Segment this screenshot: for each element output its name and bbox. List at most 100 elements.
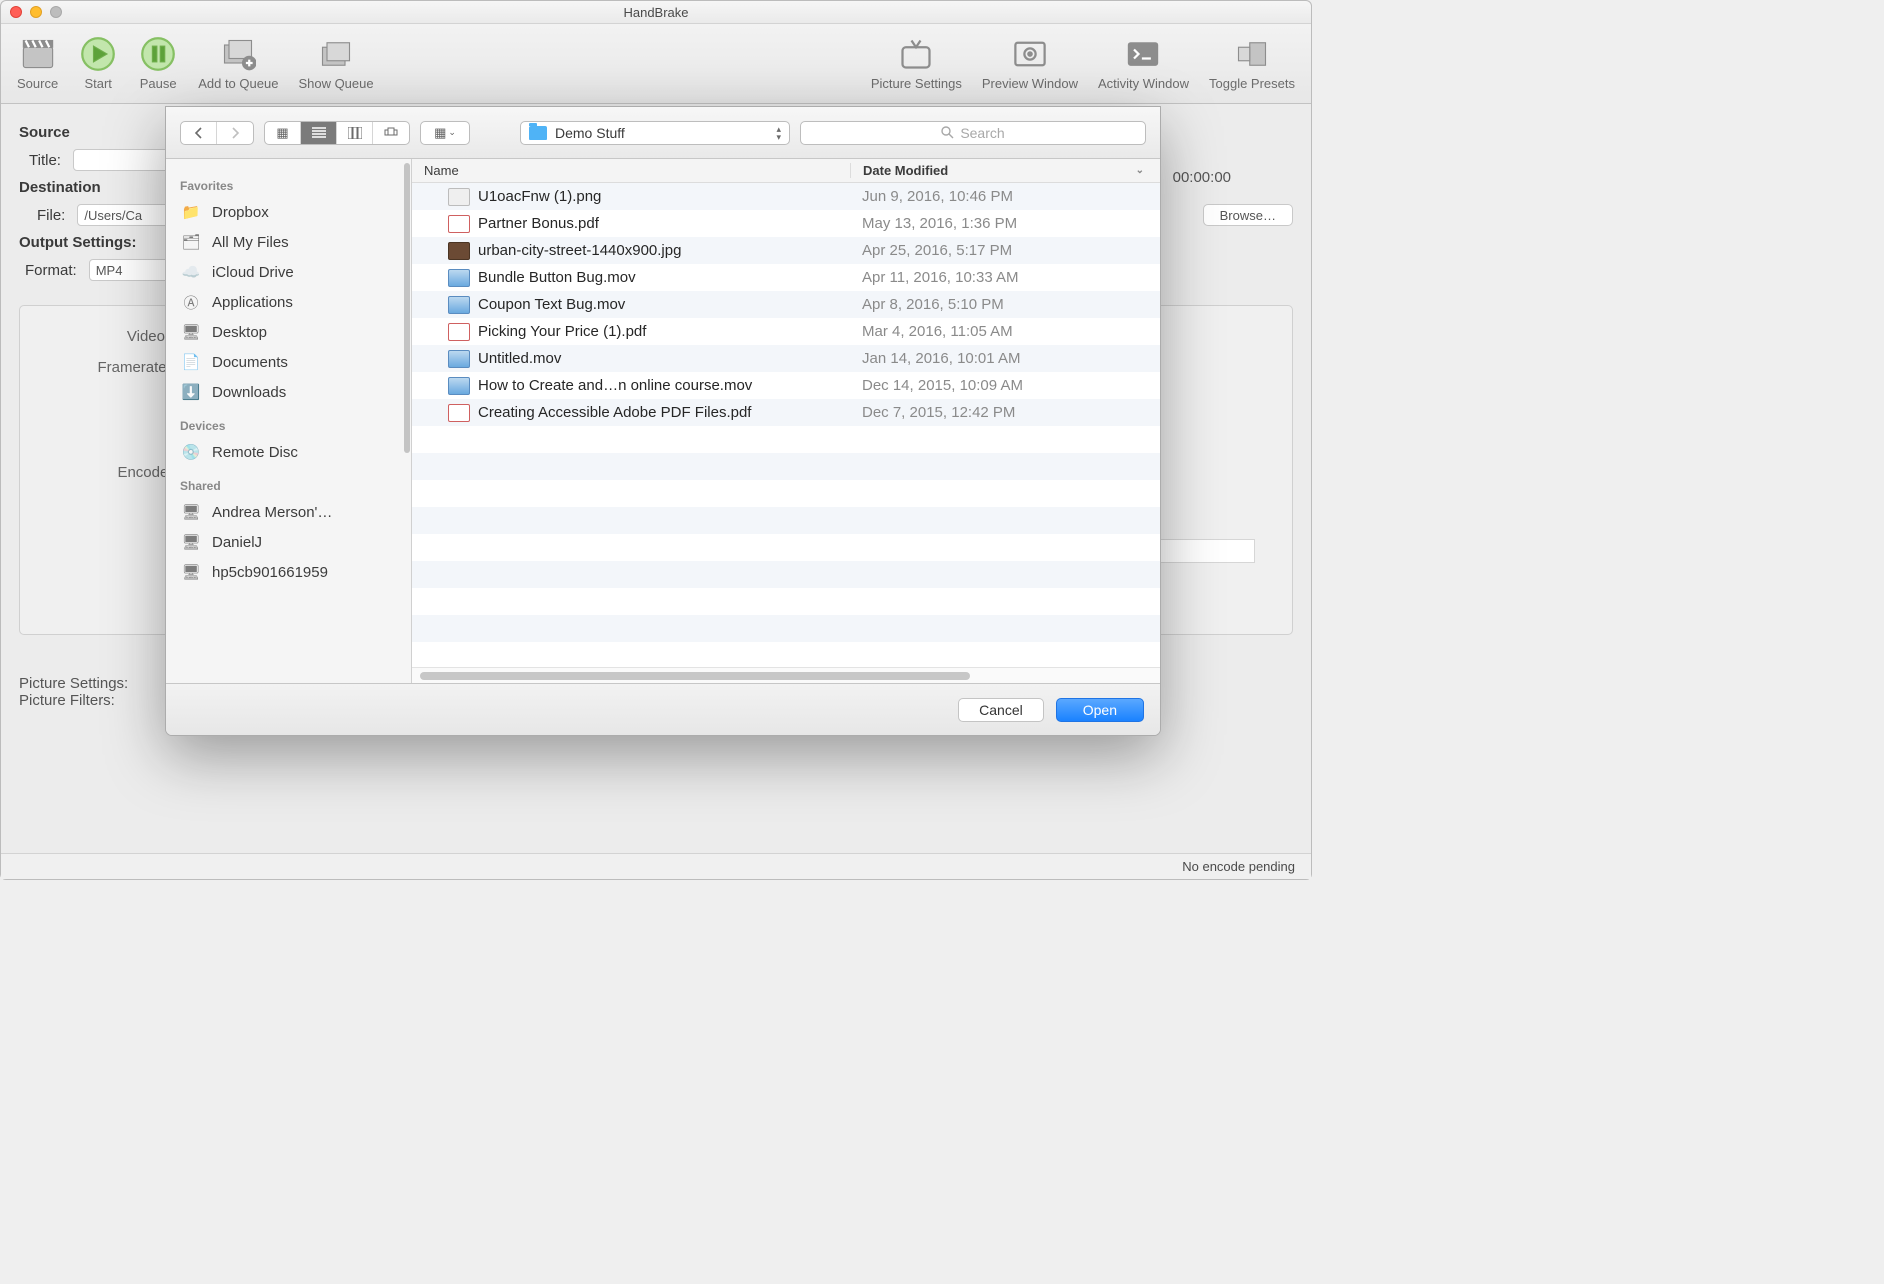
empty-row — [412, 588, 1160, 615]
sidebar-item-icloud-drive[interactable]: ☁️iCloud Drive — [166, 257, 411, 287]
add-queue-icon — [218, 34, 258, 74]
empty-row — [412, 426, 1160, 453]
folder-icon — [529, 126, 547, 140]
file-type-icon — [448, 404, 470, 422]
file-date: Apr 25, 2016, 5:17 PM — [850, 242, 1160, 259]
file-date: Apr 11, 2016, 10:33 AM — [850, 269, 1160, 286]
toggle-presets-button[interactable]: Toggle Presets — [1199, 30, 1305, 97]
nav-forward-button[interactable] — [217, 122, 253, 144]
file-label: File: — [37, 207, 65, 224]
tv-icon — [896, 34, 936, 74]
dialog-sidebar: Favorites 📁Dropbox 🗂All My Files ☁️iClou… — [166, 159, 412, 683]
browse-button[interactable]: Browse… — [1203, 204, 1293, 226]
empty-row — [412, 453, 1160, 480]
view-coverflow-button[interactable] — [373, 122, 409, 144]
file-date: Jun 9, 2016, 10:46 PM — [850, 188, 1160, 205]
source-button[interactable]: Source — [7, 30, 68, 97]
file-name: Creating Accessible Adobe PDF Files.pdf — [478, 404, 850, 421]
show-queue-button[interactable]: Show Queue — [288, 30, 383, 97]
sidebar-item-downloads[interactable]: ⬇️Downloads — [166, 377, 411, 407]
arrange-button[interactable]: ▦ ⌄ — [421, 122, 469, 144]
preview-window-button[interactable]: Preview Window — [972, 30, 1088, 97]
destination-heading: Destination — [19, 179, 101, 196]
search-field[interactable]: Search — [800, 121, 1146, 145]
file-type-icon — [448, 215, 470, 233]
column-date-modified[interactable]: Date Modified ⌄ — [850, 163, 1160, 178]
sidebar-item-remote-disc[interactable]: 💿Remote Disc — [166, 437, 411, 467]
zoom-window-button[interactable] — [50, 6, 62, 18]
view-columns-button[interactable] — [337, 122, 373, 144]
eye-icon — [1010, 34, 1050, 74]
titlebar: HandBrake — [1, 1, 1311, 24]
queue-icon — [316, 34, 356, 74]
format-label: Format: — [25, 262, 77, 279]
sort-indicator-icon: ⌄ — [1136, 165, 1144, 176]
status-text: No encode pending — [1182, 859, 1295, 874]
sidebar-item-desktop[interactable]: 🖥Desktop — [166, 317, 411, 347]
file-row[interactable]: Creating Accessible Adobe PDF Files.pdfD… — [412, 399, 1160, 426]
arrange-group: ▦ ⌄ — [420, 121, 470, 145]
cancel-button[interactable]: Cancel — [958, 698, 1044, 722]
handbrake-window: HandBrake Source Start Pause Add to Que — [0, 0, 1312, 880]
sidebar-item-shared-0[interactable]: 🖥Andrea Merson'… — [166, 497, 411, 527]
documents-icon: 📄 — [180, 353, 202, 371]
view-icons-button[interactable]: ▦ — [265, 122, 301, 144]
picture-settings-button[interactable]: Picture Settings — [861, 30, 972, 97]
add-to-queue-button[interactable]: Add to Queue — [188, 30, 288, 97]
sidebar-item-applications[interactable]: ⒶApplications — [166, 287, 411, 317]
updown-icon: ▴▾ — [776, 125, 781, 141]
start-button[interactable]: Start — [68, 30, 128, 97]
sidebar-item-documents[interactable]: 📄Documents — [166, 347, 411, 377]
favorites-heading: Favorites — [166, 175, 411, 197]
terminal-icon — [1123, 34, 1163, 74]
file-row[interactable]: U1oacFnw (1).pngJun 9, 2016, 10:46 PM — [412, 183, 1160, 210]
column-name[interactable]: Name — [412, 163, 850, 178]
sidebar-scrollbar[interactable] — [403, 159, 411, 683]
computer-icon: 🖥 — [180, 533, 202, 551]
sidebar-item-shared-1[interactable]: 🖥DanielJ — [166, 527, 411, 557]
pause-button[interactable]: Pause — [128, 30, 188, 97]
allfiles-icon: 🗂 — [180, 233, 202, 251]
file-row[interactable]: Bundle Button Bug.movApr 11, 2016, 10:33… — [412, 264, 1160, 291]
file-name: Picking Your Price (1).pdf — [478, 323, 850, 340]
empty-row — [412, 534, 1160, 561]
title-label: Title: — [29, 152, 61, 169]
search-icon — [941, 126, 954, 139]
horizontal-scrollbar[interactable] — [412, 667, 1160, 683]
file-date: Mar 4, 2016, 11:05 AM — [850, 323, 1160, 340]
nav-back-forward — [180, 121, 254, 145]
sidebar-item-all-my-files[interactable]: 🗂All My Files — [166, 227, 411, 257]
source-heading: Source — [19, 124, 70, 141]
applications-icon: Ⓐ — [180, 293, 202, 311]
view-list-button[interactable] — [301, 122, 337, 144]
column-headers: Name Date Modified ⌄ — [412, 159, 1160, 183]
status-bar: No encode pending — [1, 853, 1311, 879]
file-row[interactable]: Partner Bonus.pdfMay 13, 2016, 1:36 PM — [412, 210, 1160, 237]
minimize-window-button[interactable] — [30, 6, 42, 18]
drawer-icon — [1232, 34, 1272, 74]
file-type-icon — [448, 242, 470, 260]
close-window-button[interactable] — [10, 6, 22, 18]
desktop-icon: 🖥 — [180, 323, 202, 341]
pause-icon — [138, 34, 178, 74]
dialog-footer: Cancel Open — [166, 683, 1160, 735]
file-row[interactable]: urban-city-street-1440x900.jpgApr 25, 20… — [412, 237, 1160, 264]
file-type-icon — [448, 269, 470, 287]
file-row[interactable]: Untitled.movJan 14, 2016, 10:01 AM — [412, 345, 1160, 372]
sidebar-item-dropbox[interactable]: 📁Dropbox — [166, 197, 411, 227]
open-button[interactable]: Open — [1056, 698, 1144, 722]
file-row[interactable]: Picking Your Price (1).pdfMar 4, 2016, 1… — [412, 318, 1160, 345]
activity-window-button[interactable]: Activity Window — [1088, 30, 1199, 97]
window-title: HandBrake — [623, 5, 688, 20]
file-row[interactable]: How to Create and…n online course.movDec… — [412, 372, 1160, 399]
location-popup[interactable]: Demo Stuff ▴▾ — [520, 121, 790, 145]
disc-icon: 💿 — [180, 443, 202, 461]
file-name: urban-city-street-1440x900.jpg — [478, 242, 850, 259]
sidebar-item-shared-2[interactable]: 🖥hp5cb901661959 — [166, 557, 411, 587]
file-row[interactable]: Coupon Text Bug.movApr 8, 2016, 5:10 PM — [412, 291, 1160, 318]
file-name: How to Create and…n online course.mov — [478, 377, 850, 394]
empty-row — [412, 561, 1160, 588]
dialog-toolbar: ▦ ▦ ⌄ Demo Stuff ▴▾ S — [166, 107, 1160, 159]
file-list-pane: Name Date Modified ⌄ U1oacFnw (1).pngJun… — [412, 159, 1160, 683]
nav-back-button[interactable] — [181, 122, 217, 144]
